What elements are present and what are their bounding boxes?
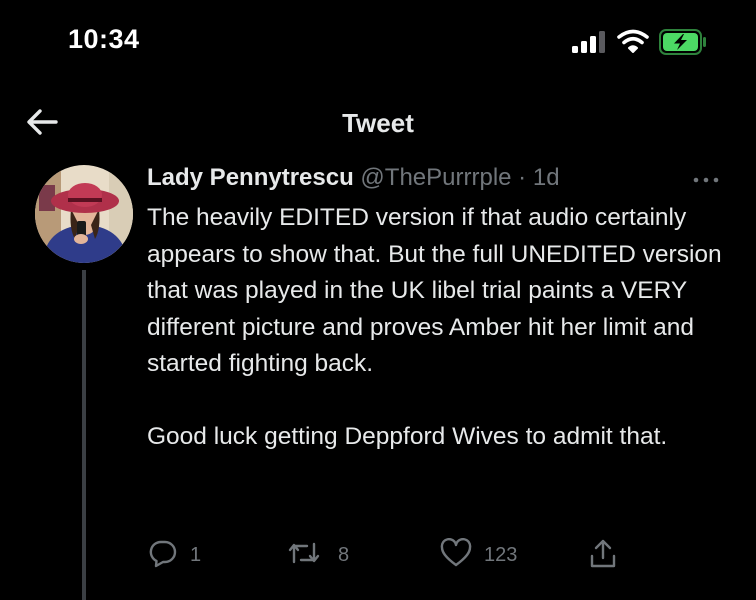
status-bar: 10:34 [0,0,756,88]
tweet-text: The heavily EDITED version if that audio… [147,200,737,456]
tweet-timestamp[interactable]: 1d [533,164,560,191]
retweet-button[interactable]: 8 [287,536,357,576]
reply-button[interactable]: 1 [148,536,208,576]
like-button[interactable]: 123 [440,536,530,576]
signal-icon [572,31,605,53]
wifi-icon [617,29,649,53]
twitter-screen: 10:34 Tweet Lady Pennytrescu @ThePurrrpl… [0,0,756,600]
avatar[interactable] [35,165,133,263]
share-icon [590,539,616,568]
status-time: 10:34 [68,24,140,54]
separator-dot: · [518,164,527,191]
reply-count: 1 [190,544,202,566]
author-name[interactable]: Lady Pennytrescu [147,164,354,191]
more-horizontal-icon[interactable] [690,170,722,190]
author-handle[interactable]: @ThePurrrple [360,164,511,191]
page-title: Tweet [342,108,414,138]
retweet-count: 8 [338,544,350,566]
tweet-author-row: Lady Pennytrescu @ThePurrrple · 1d [147,164,707,192]
tweet-paragraph: Good luck getting Deppford Wives to admi… [147,423,668,450]
reply-icon [149,540,177,568]
avatar-photo [35,165,133,263]
like-count: 123 [484,544,518,566]
battery-charging-icon [659,29,706,55]
retweet-icon [288,542,320,564]
heart-icon [440,538,472,567]
tweet-actions: 1 8 123 [0,536,756,576]
share-button[interactable] [588,536,620,576]
tweet-paragraph: The heavily EDITED version if that audio… [147,204,722,377]
tweet-header: Tweet [0,96,756,150]
